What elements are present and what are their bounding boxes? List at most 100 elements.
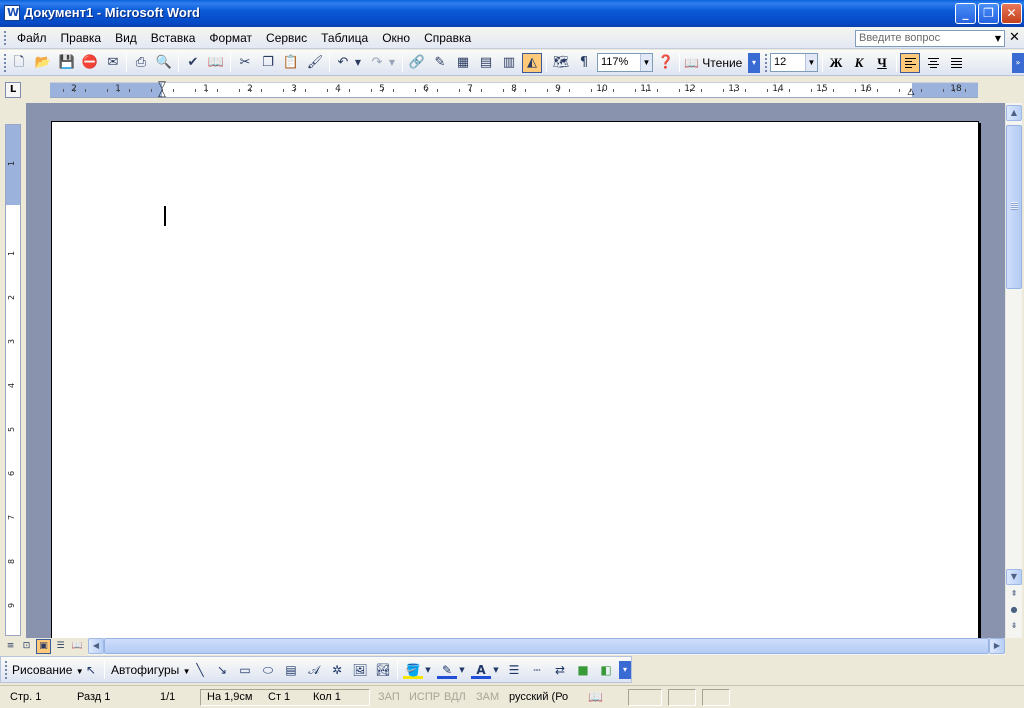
outline-view-icon[interactable]: ☰ xyxy=(53,639,68,654)
arrow-icon[interactable]: ↘ xyxy=(212,661,232,679)
align-center-button[interactable] xyxy=(924,53,944,73)
menu-window[interactable]: Окно xyxy=(375,27,417,49)
autoshapes-menu-button[interactable]: Автофигуры ▼ xyxy=(111,663,191,677)
print-icon[interactable]: ⎙ xyxy=(131,53,151,73)
vertical-ruler[interactable]: 1 1 2 3 4 5 6 7 8 9 xyxy=(5,124,21,636)
redo-icon[interactable]: ↷ xyxy=(367,53,387,73)
print-layout-icon[interactable]: ▣ xyxy=(36,639,51,654)
horizontal-scrollbar[interactable]: ◀ ▶ xyxy=(88,638,1005,655)
font-size-dropdown-icon[interactable]: ▼ xyxy=(805,54,817,71)
insert-table-icon[interactable]: ▦ xyxy=(453,53,473,73)
toolbar-grip[interactable] xyxy=(3,53,7,72)
menu-tools[interactable]: Сервис xyxy=(259,27,314,49)
columns-icon[interactable]: ▥ xyxy=(499,53,519,73)
menu-edit[interactable]: Правка xyxy=(54,27,109,49)
paste-icon[interactable]: 📋 xyxy=(281,53,301,73)
draw-menu-button[interactable]: Рисование ▼ xyxy=(12,663,84,677)
line-style-icon[interactable]: ☰ xyxy=(504,661,524,679)
insert-excel-icon[interactable]: ▤ xyxy=(476,53,496,73)
text-box-icon[interactable]: ▤ xyxy=(281,661,301,679)
restore-button[interactable]: ❐ xyxy=(978,3,999,24)
vertical-scroll-thumb[interactable] xyxy=(1006,125,1022,289)
scroll-right-icon[interactable]: ▶ xyxy=(989,638,1005,654)
menu-help[interactable]: Справка xyxy=(417,27,478,49)
menu-insert[interactable]: Вставка xyxy=(144,27,203,49)
fill-color-dropdown-icon[interactable]: ▼ xyxy=(423,661,433,679)
status-record-macro[interactable]: ЗАП xyxy=(378,689,400,706)
oval-icon[interactable]: ⬭ xyxy=(258,661,278,679)
hyperlink-icon[interactable]: 🔗 xyxy=(407,53,427,73)
save-icon[interactable]: 💾 xyxy=(57,53,77,73)
font-size-select[interactable]: 12 ▼ xyxy=(770,53,818,72)
menu-format[interactable]: Формат xyxy=(202,27,259,49)
undo-icon[interactable]: ↶ xyxy=(333,53,353,73)
line-color-dropdown-icon[interactable]: ▼ xyxy=(457,661,467,679)
align-left-button[interactable] xyxy=(900,53,920,73)
italic-button[interactable]: К xyxy=(849,54,869,72)
right-indent-marker-icon[interactable]: △ xyxy=(906,87,916,97)
select-objects-icon[interactable]: ↖ xyxy=(81,661,101,679)
drawing-toolbar-grip[interactable] xyxy=(4,660,8,679)
email-icon[interactable]: ✉ xyxy=(103,53,123,73)
scroll-left-icon[interactable]: ◀ xyxy=(88,638,104,654)
redo-dropdown-icon[interactable]: ▼ xyxy=(386,53,398,73)
3d-style-icon[interactable]: ◧ xyxy=(596,661,616,679)
print-preview-icon[interactable]: 🔍 xyxy=(154,53,174,73)
ask-question-input[interactable]: Введите вопрос xyxy=(855,30,1005,47)
ask-question-dropdown-icon[interactable]: ▼ xyxy=(991,30,1005,47)
rectangle-icon[interactable]: ▭ xyxy=(235,661,255,679)
show-formatting-icon[interactable]: ¶ xyxy=(574,53,594,73)
font-color-dropdown-icon[interactable]: ▼ xyxy=(491,661,501,679)
zoom-dropdown-icon[interactable]: ▼ xyxy=(640,54,652,71)
diagram-icon[interactable]: ✲ xyxy=(327,661,347,679)
vertical-scrollbar[interactable]: ▲ ▼ ⇞ ● ⇟ xyxy=(1005,103,1022,638)
next-page-icon[interactable]: ⇟ xyxy=(1006,619,1022,635)
document-map-icon[interactable]: 🗺 xyxy=(551,53,571,73)
status-track-changes[interactable]: ИСПР xyxy=(409,689,440,706)
formatting-toolbar-grip[interactable] xyxy=(764,53,768,72)
format-painter-icon[interactable]: 🖌 xyxy=(305,53,325,73)
web-view-icon[interactable]: ⊡ xyxy=(19,639,34,654)
toolbar-options-icon[interactable]: ▾ xyxy=(748,53,760,73)
drawing-options-icon[interactable]: ▾ xyxy=(619,661,631,679)
horizontal-scroll-thumb[interactable] xyxy=(104,638,989,654)
shadow-style-icon[interactable]: ■ xyxy=(573,661,593,679)
clip-art-icon[interactable]: 🖼 xyxy=(350,661,370,679)
menu-table[interactable]: Таблица xyxy=(314,27,375,49)
line-icon[interactable]: ╲ xyxy=(190,661,210,679)
toolbar-overflow-icon[interactable]: » xyxy=(1012,53,1024,73)
document-page[interactable] xyxy=(51,121,979,638)
reading-view-icon[interactable]: 📖 xyxy=(70,639,85,654)
menu-view[interactable]: Вид xyxy=(108,27,144,49)
scroll-down-icon[interactable]: ▼ xyxy=(1006,569,1022,585)
word-app-icon[interactable] xyxy=(4,5,20,21)
copy-icon[interactable]: ❐ xyxy=(258,53,278,73)
fill-color-icon[interactable]: 🪣 xyxy=(403,661,423,679)
line-color-icon[interactable]: ✎ xyxy=(437,661,457,679)
select-browse-object-icon[interactable]: ● xyxy=(1006,603,1022,619)
spelling-status-icon[interactable]: 📖 xyxy=(588,689,603,706)
justify-button[interactable] xyxy=(947,53,967,73)
help-icon[interactable]: ❓ xyxy=(656,53,676,73)
research-icon[interactable]: 📖 xyxy=(206,53,226,73)
font-color-icon[interactable]: A xyxy=(471,661,491,679)
normal-view-icon[interactable]: ≡ xyxy=(3,639,18,654)
reading-mode-button[interactable]: 📖 Чтение xyxy=(684,54,742,72)
menu-file[interactable]: Файл xyxy=(10,27,54,49)
menubar-grip[interactable] xyxy=(3,30,7,45)
underline-button[interactable]: Ч xyxy=(872,54,892,72)
scroll-up-icon[interactable]: ▲ xyxy=(1006,105,1022,121)
permission-icon[interactable]: ⛔ xyxy=(80,53,100,73)
spelling-icon[interactable]: ✔ xyxy=(183,53,203,73)
close-button[interactable]: ✕ xyxy=(1001,3,1022,24)
tables-borders-icon[interactable]: ✎ xyxy=(430,53,450,73)
wordart-icon[interactable]: 𝒜 xyxy=(304,661,324,679)
status-overtype[interactable]: ЗАМ xyxy=(476,689,499,706)
tab-selector[interactable]: L xyxy=(5,82,21,98)
new-icon[interactable]: 🗋 xyxy=(9,53,29,73)
arrow-style-icon[interactable]: ⇄ xyxy=(550,661,570,679)
minimize-button[interactable]: _ xyxy=(955,3,976,24)
drawing-icon[interactable]: ◭ xyxy=(522,53,542,73)
dash-style-icon[interactable]: ┄ xyxy=(527,661,547,679)
zoom-select[interactable]: 117% ▼ xyxy=(597,53,653,72)
